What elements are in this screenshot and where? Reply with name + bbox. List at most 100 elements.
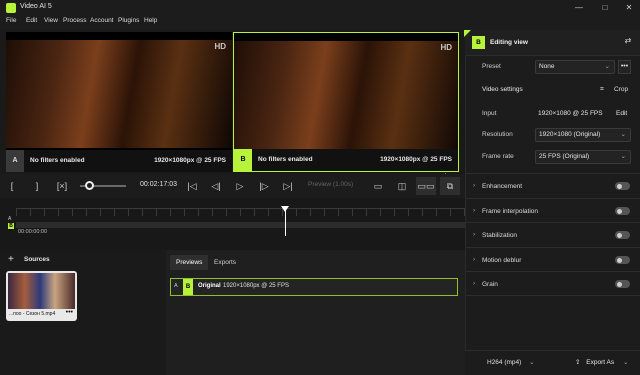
resolution-label: 1920×1080px @ 25 FPS: [380, 156, 452, 163]
stabilization-toggle[interactable]: [615, 231, 630, 239]
list-item[interactable]: A B Original 1920×1080px @ 25 FPS: [170, 278, 458, 296]
section-label: Grain: [482, 281, 498, 288]
play-icon[interactable]: ▷: [230, 177, 250, 195]
export-button[interactable]: ⇪ Export As: [575, 355, 614, 371]
filter-status: No filters enabled: [30, 157, 85, 164]
mark-out-icon[interactable]: ]: [27, 177, 47, 195]
resolution-value: 1920×1080 (Original): [539, 131, 601, 138]
section-frame-interpolation[interactable]: › Frame interpolation: [465, 198, 640, 223]
next-frame-icon[interactable]: |▷: [254, 177, 274, 195]
video-frame: [234, 41, 458, 149]
menu-file[interactable]: File: [6, 17, 16, 24]
chevron-right-icon: ›: [473, 231, 476, 238]
framerate-label: Frame rate: [482, 153, 514, 160]
menu-process[interactable]: Process: [63, 17, 86, 24]
previous-frame-icon[interactable]: ◁|: [206, 177, 226, 195]
playhead-handle[interactable]: [281, 206, 290, 212]
menu-edit[interactable]: Edit: [26, 17, 37, 24]
section-grain[interactable]: › Grain: [465, 271, 640, 296]
menu-view[interactable]: View: [44, 17, 58, 24]
side-by-side-icon[interactable]: ▭▭: [416, 177, 436, 195]
chevron-down-icon: ⌄: [620, 153, 626, 160]
source-filename: ...поо - Сезон 5.mp4: [9, 311, 56, 317]
title-bar: [0, 0, 640, 16]
swap-icon[interactable]: ⇄: [621, 36, 635, 49]
window-title: Video AI 5: [20, 3, 52, 10]
tab-exports[interactable]: Exports: [208, 255, 242, 270]
menu-account[interactable]: Account: [90, 17, 114, 24]
preview-button[interactable]: Preview (1.00s): [308, 181, 353, 188]
minimize-button[interactable]: —: [568, 2, 590, 14]
pane-badge-b: B: [234, 149, 252, 171]
motion-deblur-toggle[interactable]: [615, 256, 630, 264]
frame-interpolation-toggle[interactable]: [615, 207, 630, 215]
maximize-button[interactable]: □: [594, 2, 616, 14]
mark-in-icon[interactable]: [: [2, 177, 22, 195]
preview-footer: A No filters enabled 1920×1080px @ 25 FP…: [6, 150, 232, 172]
source-thumbnail: [8, 273, 75, 309]
active-corner-marker: [464, 30, 471, 37]
channel-logo: HD: [214, 42, 226, 51]
input-value: 1920×1080 @ 25 FPS: [538, 110, 603, 117]
channel-logo: HD: [440, 43, 452, 52]
source-card[interactable]: ...поо - Сезон 5.mp4 •••: [6, 271, 77, 321]
playhead[interactable]: [285, 208, 287, 236]
crop-button[interactable]: Crop: [614, 86, 628, 93]
resolution-select[interactable]: 1920×1080 (Original) ⌄: [535, 128, 631, 142]
preset-value: None: [539, 63, 555, 70]
format-value: H264 (mp4): [487, 359, 522, 366]
row-info: 1920×1080px @ 25 FPS: [223, 283, 289, 289]
clear-marks-icon[interactable]: [×]: [52, 177, 72, 195]
section-motion-deblur[interactable]: › Motion deblur: [465, 247, 640, 272]
close-button[interactable]: ✕: [618, 2, 640, 14]
section-label: Enhancement: [482, 183, 523, 190]
edit-input-button[interactable]: Edit: [616, 110, 627, 117]
panel-title: Editing view: [490, 39, 528, 46]
app-logo-icon: [6, 3, 16, 13]
track-a-label: A: [8, 216, 12, 222]
chevron-right-icon: ›: [473, 207, 476, 214]
timeline-start-time: 00:00:00:00: [18, 229, 48, 235]
tab-previews[interactable]: Previews: [170, 255, 209, 270]
chevron-right-icon: ›: [473, 280, 476, 287]
grain-toggle[interactable]: [615, 280, 630, 288]
go-to-start-icon[interactable]: |◁: [182, 177, 202, 195]
resolution-label: Resolution: [482, 131, 513, 138]
video-settings-heading: Video settings: [482, 86, 523, 93]
add-source-button[interactable]: +: [8, 254, 14, 265]
volume-knob[interactable]: [84, 181, 94, 190]
timeline-track[interactable]: [16, 222, 465, 228]
crop-icon[interactable]: ⌗: [600, 86, 604, 94]
chevron-down-icon: ⌄: [604, 63, 610, 70]
go-to-end-icon[interactable]: ▷|: [278, 177, 298, 195]
preset-more-button[interactable]: •••: [618, 60, 631, 74]
split-view-icon[interactable]: ◫: [392, 177, 412, 195]
input-label: Input: [482, 110, 497, 117]
section-label: Motion deblur: [482, 257, 522, 264]
enhancement-toggle[interactable]: [615, 182, 630, 190]
framerate-value: 25 FPS (Original): [539, 153, 590, 160]
preview-pane-a[interactable]: HD A No filters enabled 1920×1080px @ 25…: [6, 32, 232, 172]
single-view-icon[interactable]: ▭: [368, 177, 388, 195]
section-enhancement[interactable]: › Enhancement: [465, 173, 640, 198]
section-stabilization[interactable]: › Stabilization: [465, 222, 640, 247]
framerate-select[interactable]: 25 FPS (Original) ⌄: [535, 150, 631, 164]
view-badge-b: B: [472, 36, 485, 49]
track-b-label: B: [8, 223, 14, 229]
video-frame: [6, 40, 232, 148]
pane-badge-a: A: [6, 150, 24, 172]
compare-overlay-icon[interactable]: ⧉: [440, 177, 460, 195]
preset-select[interactable]: None ⌄: [535, 60, 615, 74]
sources-title: Sources: [24, 256, 50, 263]
source-more-button[interactable]: •••: [66, 309, 73, 316]
chevron-right-icon: ›: [473, 256, 476, 263]
chevron-down-icon: ⌄: [529, 359, 535, 366]
timeline-ruler[interactable]: [16, 208, 465, 216]
row-badge-b: B: [183, 279, 193, 295]
preview-pane-b[interactable]: HD B No filters enabled 1920×1080px @ 25…: [233, 32, 459, 172]
menu-plugins[interactable]: Plugins: [118, 17, 139, 24]
menu-help[interactable]: Help: [144, 17, 157, 24]
format-select[interactable]: H264 (mp4) ⌄: [487, 358, 535, 366]
chevron-down-icon[interactable]: ⌄: [623, 358, 628, 366]
timecode: 00:02:17:03: [140, 181, 177, 188]
